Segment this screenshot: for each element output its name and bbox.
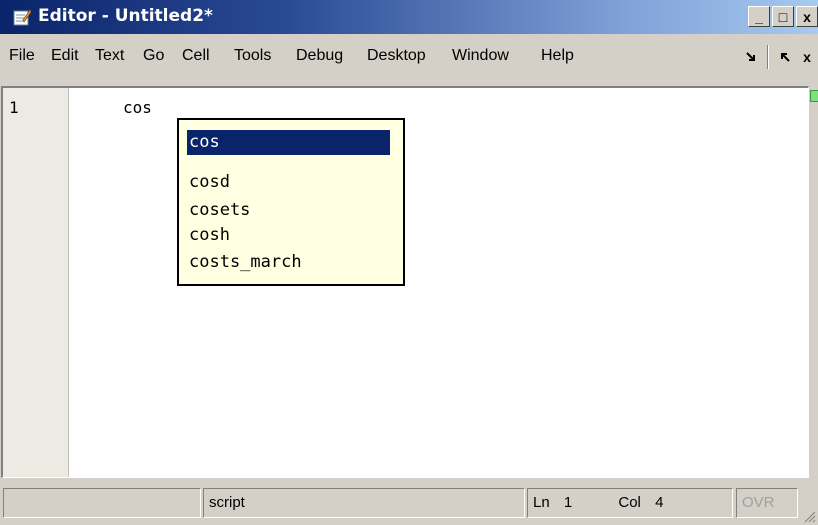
editor-icon [13,9,31,26]
resize-grip-icon[interactable] [802,509,816,523]
menu-file[interactable]: File [9,47,35,65]
line-value: 1 [563,494,573,511]
menu-window[interactable]: Window [452,47,509,65]
close-document-button[interactable]: x [796,46,818,68]
autocomplete-item[interactable]: cosets [187,198,390,223]
menu-text[interactable]: Text [95,47,124,65]
menu-go[interactable]: Go [143,47,164,65]
autocomplete-item[interactable]: cos [187,130,390,155]
autocomplete-item[interactable]: costs_march [187,250,390,275]
dock-button[interactable] [740,46,762,68]
status-bar: script Ln 1 Col 4 OVR [0,482,818,525]
minimize-icon: _ [755,8,763,25]
undock-arrow-icon [781,53,790,62]
status-indicator-icon [810,90,818,102]
line-label: Ln [533,494,550,511]
line-number-gutter: 1 [3,88,69,477]
menu-desktop[interactable]: Desktop [367,47,426,65]
code-editor[interactable]: 1 cos [1,86,818,478]
maximize-button[interactable]: □ [772,6,794,27]
close-button[interactable]: x [796,6,818,27]
maximize-icon: □ [778,8,788,25]
title-bar[interactable]: Editor - Untitled2* _ □ x [0,0,818,34]
undock-button[interactable] [774,46,796,68]
column-label: Col [618,494,641,511]
menu-cell[interactable]: Cell [182,47,210,65]
close-icon: x [803,8,811,25]
menu-tools[interactable]: Tools [234,47,271,65]
status-field-empty [3,488,201,518]
autocomplete-item[interactable]: cosh [187,223,390,248]
autocomplete-item[interactable]: cosd [187,170,390,195]
menu-edit[interactable]: Edit [51,47,79,65]
code-line[interactable]: cos [123,98,152,117]
dock-arrow-icon [746,52,755,61]
menu-separator [767,45,769,69]
line-number: 1 [9,98,19,117]
overwrite-indicator: OVR [736,488,798,518]
minimize-button[interactable]: _ [748,6,770,27]
menu-help[interactable]: Help [541,47,574,65]
autocomplete-popup: cos cosd cosets cosh costs_march [177,118,405,286]
close-document-icon: x [803,49,811,65]
column-value: 4 [655,494,664,511]
menu-debug[interactable]: Debug [296,47,343,65]
cursor-position: Ln 1 Col 4 [527,488,733,518]
editor-window: Editor - Untitled2* _ □ x File Edit Text… [0,0,818,525]
status-mode: script [203,488,525,518]
window-title: Editor - Untitled2* [38,6,213,26]
menu-bar: File Edit Text Go Cell Tools Debug Deskt… [0,36,818,76]
